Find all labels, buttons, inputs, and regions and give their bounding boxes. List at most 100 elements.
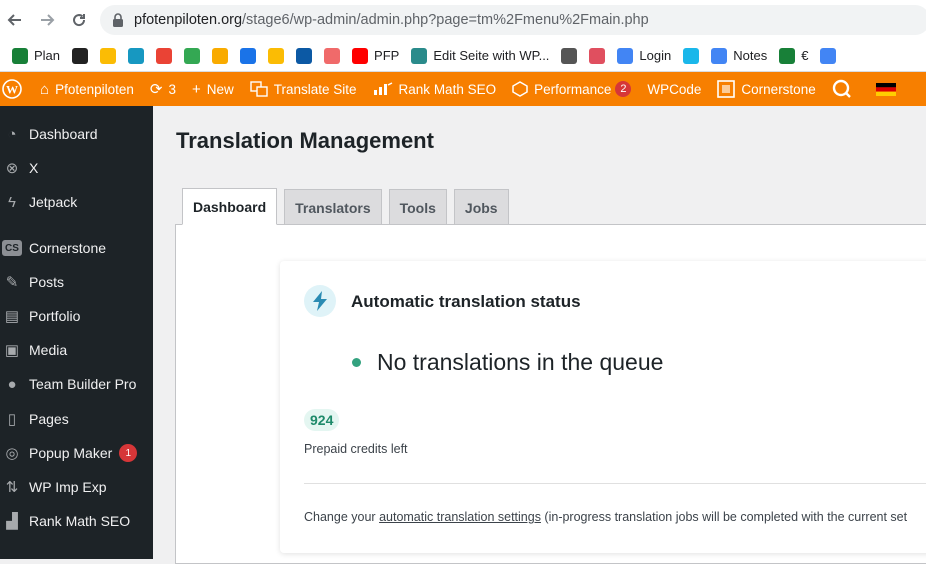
site-name-menu[interactable]: ⌂ Pfotenpiloten (32, 72, 142, 106)
bookmark-item[interactable] (234, 44, 262, 68)
search-menu[interactable] (824, 72, 860, 106)
sidebar-item-label: Posts (29, 274, 65, 290)
performance-label: Performance (534, 81, 612, 97)
tab-jobs[interactable]: Jobs (453, 189, 509, 225)
bookmark-item[interactable] (150, 44, 178, 68)
cornerstone-menu[interactable]: Cornerstone (709, 72, 823, 106)
rankmath-menu[interactable]: Rank Math SEO (365, 72, 505, 106)
sidebar-item-x[interactable]: ⊗ X (0, 151, 153, 185)
performance-icon (512, 81, 528, 97)
sidebar-item-rank-math-seo[interactable]: ▟ Rank Math SEO (0, 504, 153, 538)
pages-icon: ▯ (7, 411, 17, 428)
wp-admin-bar: W ⌂ Pfotenpiloten ⟳ 3 + New Translate Si… (0, 72, 926, 106)
bookmark-item[interactable]: Login (611, 44, 677, 68)
bookmark-item[interactable] (206, 44, 234, 68)
bookmark-item[interactable] (94, 44, 122, 68)
bookmark-item[interactable]: Plan (6, 44, 66, 68)
pin-icon: ✎ (5, 274, 19, 291)
sidebar-item-label: Rank Math SEO (29, 513, 131, 529)
bookmark-item[interactable] (262, 44, 290, 68)
arrow-right-icon (41, 14, 55, 26)
sidebar-item-label: Portfolio (29, 308, 81, 324)
status-dot-icon (352, 358, 361, 367)
bookmark-item[interactable] (290, 44, 318, 68)
salesforce-icon (128, 47, 145, 64)
bookmark-item[interactable] (178, 44, 206, 68)
sidebar-item-posts[interactable]: ✎ Posts (0, 265, 153, 299)
sidebar-item-dashboard[interactable]: ◔ Dashboard (0, 117, 153, 151)
language-menu[interactable] (860, 72, 904, 106)
translate-site-menu[interactable]: Translate Site (242, 72, 365, 106)
search-icon (832, 79, 851, 98)
bookmark-item[interactable]: Notes (705, 44, 773, 68)
wp-logo-menu[interactable]: W (0, 72, 32, 106)
bookmark-item[interactable] (814, 44, 842, 68)
portfolio-icon: ▤ (4, 308, 20, 325)
bookmark-item[interactable]: € (773, 44, 814, 68)
bookmark-item[interactable] (555, 44, 583, 68)
cornerstone-label: Cornerstone (741, 81, 816, 97)
reload-button[interactable] (68, 9, 90, 31)
bookmark-item[interactable]: Edit Seite with WP... (405, 44, 555, 68)
divider (304, 483, 926, 484)
gmail-icon (156, 47, 173, 64)
tab-dashboard[interactable]: Dashboard (182, 188, 278, 225)
updates-menu[interactable]: ⟳ 3 (142, 72, 184, 106)
note-suffix: (in-progress translation jobs will be co… (540, 510, 908, 524)
dashboard-icon: ◔ (7, 125, 17, 143)
sidebar-item-media[interactable]: ▣ Media (0, 333, 153, 367)
docs-icon (617, 47, 634, 64)
keep-icon (268, 47, 285, 64)
tab-translators[interactable]: Translators (284, 189, 382, 225)
sidebar-item-popup-maker[interactable]: ◎ Popup Maker 1 (0, 436, 153, 470)
wp-icon (411, 47, 428, 64)
arrow-left-icon (7, 14, 21, 26)
sidebar-item-team-builder-pro[interactable]: ● Team Builder Pro (0, 367, 153, 401)
tab-panel: Automatic translation status No translat… (175, 224, 926, 564)
main-content: Translation Management Dashboard Translat… (153, 106, 926, 564)
queue-status: No translations in the queue (377, 349, 664, 375)
bookmark-item[interactable] (583, 44, 611, 68)
bookmark-label: Notes (733, 48, 768, 63)
bookmark-item[interactable] (122, 44, 150, 68)
tab-bar: Dashboard Translators Tools Jobs (182, 188, 509, 225)
sidebar-item-wp-imp-exp[interactable]: ⇅ WP Imp Exp (0, 470, 153, 504)
youtube-icon (352, 47, 369, 64)
performance-menu[interactable]: Performance 2 (504, 72, 639, 106)
bookmark-label: Login (639, 48, 672, 63)
admin-sidebar: ◔ Dashboard ⊗ Xϟ Jetpack CS Cornerstone ✎ Posts ▤… (0, 106, 153, 559)
bookmarks-bar: Plan PFP Edit Seite with WP... Login Notes € (0, 40, 926, 72)
docs-icon (711, 47, 728, 64)
sidebar-item-pages[interactable]: ▯ Pages (0, 402, 153, 436)
bookmark-item[interactable] (66, 44, 94, 68)
sidebar-item-label: WP Imp Exp (29, 479, 107, 495)
bookmark-item[interactable] (677, 44, 705, 68)
sidebar-item-label: Dashboard (29, 126, 98, 142)
isox-icon (72, 47, 89, 64)
import-icon: ⇅ (5, 479, 19, 496)
sidebar-item-jetpack[interactable]: ϟ Jetpack (0, 185, 153, 219)
home-icon: ⌂ (40, 80, 50, 98)
automatic-translation-settings-link[interactable]: automatic translation settings (379, 510, 541, 524)
address-bar[interactable]: pfotenpiloten.org/stage6/wp-admin/admin.… (100, 5, 926, 35)
url-path: /stage6/wp-admin/admin.php?page=tm%2Fmen… (242, 12, 649, 28)
forward-button[interactable] (36, 9, 58, 31)
wpcode-menu[interactable]: WPCode (639, 72, 709, 106)
bookmark-item[interactable] (318, 44, 346, 68)
sidebar-item-portfolio[interactable]: ▤ Portfolio (0, 299, 153, 333)
refresh-icon: ⟳ (149, 81, 163, 98)
new-content-menu[interactable]: + New (184, 72, 242, 106)
updates-count: 3 (168, 81, 176, 97)
back-button[interactable] (4, 9, 26, 31)
edge-icon (296, 47, 313, 64)
plus-icon: + (191, 80, 201, 98)
bookmark-label: Plan (34, 48, 61, 63)
sheets-icon (12, 47, 28, 64)
tab-tools[interactable]: Tools (388, 189, 447, 225)
german-flag-icon (875, 82, 896, 96)
reload-icon (73, 14, 86, 27)
sidebar-item-cornerstone[interactable]: CS Cornerstone (0, 231, 153, 265)
bookmark-item[interactable]: PFP (346, 44, 405, 68)
sidebar-item-label: Pages (29, 411, 69, 427)
automatic-translation-card: Automatic translation status No translat… (280, 261, 926, 553)
